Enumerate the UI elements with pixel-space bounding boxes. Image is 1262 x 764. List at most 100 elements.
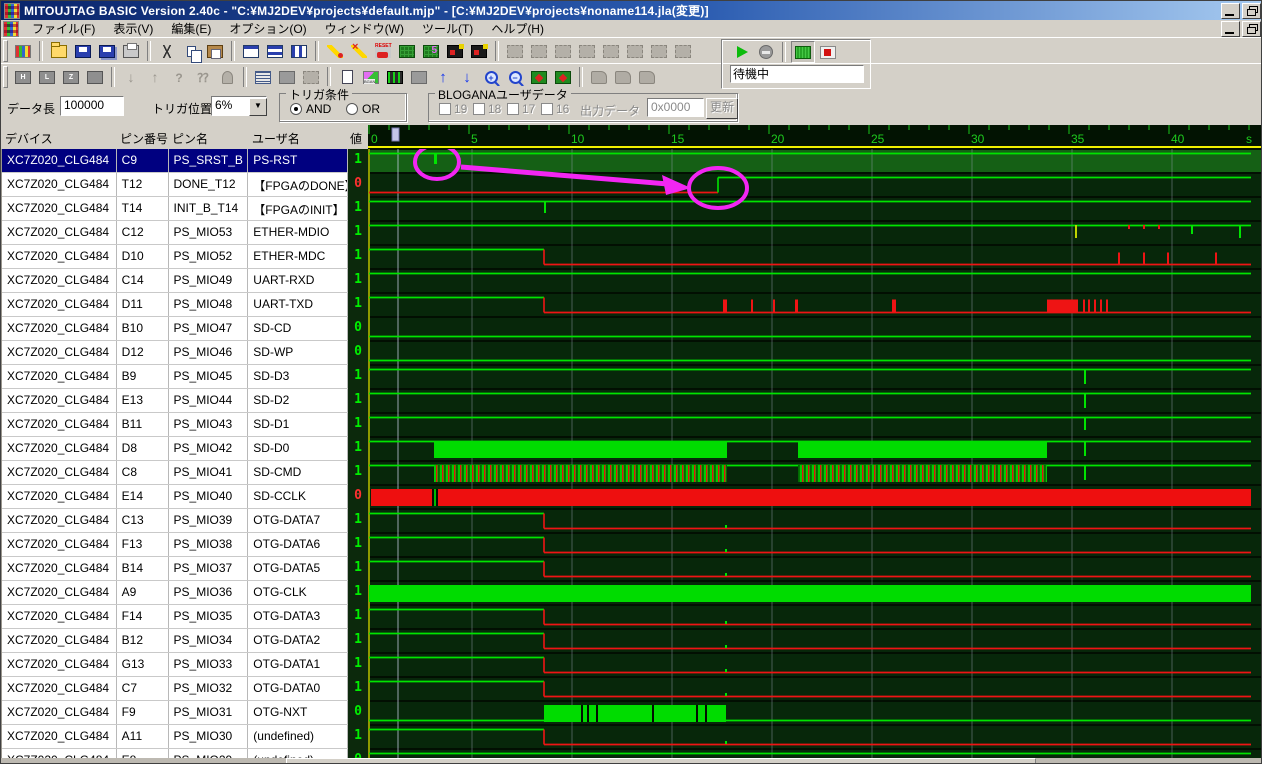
tile-horizontal-icon[interactable] <box>264 41 286 61</box>
zoom-in-icon[interactable]: + <box>480 67 502 87</box>
table-row[interactable]: XC7Z020_CLG484F9PS_MIO31OTG-NXT <box>2 701 348 725</box>
waveform-icon[interactable] <box>384 67 406 87</box>
paste-icon[interactable] <box>204 41 226 61</box>
save-icon[interactable] <box>72 41 94 61</box>
table-row[interactable]: XC7Z020_CLG484D12PS_MIO46SD-WP <box>2 341 348 365</box>
tool-1-icon[interactable] <box>588 67 610 87</box>
tool-3-icon[interactable] <box>636 67 658 87</box>
move-up-icon[interactable]: ↑ <box>432 67 454 87</box>
trigger-or-radio[interactable]: OR <box>346 102 380 116</box>
table-row[interactable]: XC7Z020_CLG484A11PS_MIO30(undefined) <box>2 725 348 749</box>
device-slot-2-icon[interactable] <box>528 41 550 61</box>
abort-icon[interactable] <box>817 42 839 62</box>
device-slot-8-icon[interactable] <box>672 41 694 61</box>
minimize-button[interactable] <box>1221 3 1240 19</box>
alarm-icon[interactable] <box>216 67 238 87</box>
copy-icon[interactable] <box>180 41 202 61</box>
blogana-bit17-checkbox[interactable]: 17 <box>507 102 535 116</box>
device-slot-4-icon[interactable] <box>576 41 598 61</box>
open-icon[interactable] <box>48 41 70 61</box>
menu-item-3[interactable]: オプション(O) <box>220 19 315 38</box>
table-row[interactable]: XC7Z020_CLG484B12PS_MIO34OTG-DATA2 <box>2 629 348 653</box>
compare-1-icon[interactable] <box>528 67 550 87</box>
table-row[interactable]: XC7Z020_CLG484C12PS_MIO53ETHER-MDIO <box>2 221 348 245</box>
palette-icon[interactable] <box>12 41 34 61</box>
title-bar[interactable]: MITOUJTAG BASIC Version 2.40c - "C:¥MJ2D… <box>1 1 1262 20</box>
gray-chip-icon[interactable] <box>300 67 322 87</box>
table-row[interactable]: XC7Z020_CLG484A9PS_MIO36OTG-CLK <box>2 581 348 605</box>
menu-item-0[interactable]: ファイル(F) <box>23 19 104 38</box>
mdi-restore-button[interactable] <box>1242 21 1261 37</box>
register-list-icon[interactable] <box>252 67 274 87</box>
pin-blank-icon[interactable] <box>84 67 106 87</box>
menu-item-5[interactable]: ツール(T) <box>413 19 482 38</box>
table-row[interactable]: XC7Z020_CLG484E13PS_MIO44SD-D2 <box>2 389 348 413</box>
menu-item-2[interactable]: 編集(E) <box>162 19 220 38</box>
col-username-header[interactable]: ユーザ名 <box>252 130 300 147</box>
pin-low-icon[interactable]: L <box>36 67 58 87</box>
gray-block-icon[interactable] <box>276 67 298 87</box>
block-icon[interactable] <box>408 67 430 87</box>
trigger-position-dropdown-icon[interactable]: ▼ <box>249 98 267 116</box>
scan-board-icon[interactable] <box>396 41 418 61</box>
start-capture-icon[interactable] <box>731 42 753 62</box>
col-pinname-header[interactable]: ピン名 <box>172 130 208 147</box>
table-row[interactable]: XC7Z020_CLG484C13PS_MIO39OTG-DATA7 <box>2 509 348 533</box>
blogana-bit19-checkbox[interactable]: 19 <box>439 102 467 116</box>
table-row[interactable]: XC7Z020_CLG484B11PS_MIO43SD-D1 <box>2 413 348 437</box>
table-row[interactable]: XC7Z020_CLG484D8PS_MIO42SD-D0 <box>2 437 348 461</box>
table-row[interactable]: XC7Z020_CLG484C7PS_MIO32OTG-DATA0 <box>2 677 348 701</box>
cut-icon[interactable] <box>156 41 178 61</box>
device-slot-6-icon[interactable] <box>624 41 646 61</box>
table-row[interactable]: XC7Z020_CLG484B10PS_MIO47SD-CD <box>2 317 348 341</box>
blogana-bit16-checkbox[interactable]: 16 <box>541 102 569 116</box>
restore-button[interactable] <box>1242 3 1261 19</box>
device-slot-3-icon[interactable] <box>552 41 574 61</box>
move-down-icon[interactable]: ↓ <box>456 67 478 87</box>
upload-icon[interactable]: ↑ <box>144 67 166 87</box>
zoom-out-icon[interactable]: − <box>504 67 526 87</box>
col-pin-header[interactable]: ピン番号 <box>120 130 168 147</box>
add-device-alt-icon[interactable] <box>468 41 490 61</box>
waveform-panel[interactable] <box>368 149 1262 758</box>
table-row[interactable]: XC7Z020_CLG484D11PS_MIO48UART-TXD <box>2 293 348 317</box>
output-data-input[interactable]: 0x0000 <box>647 98 704 117</box>
mdi-minimize-button[interactable] <box>1221 21 1240 37</box>
live-view-icon[interactable] <box>791 41 815 63</box>
table-row[interactable]: XC7Z020_CLG484E14PS_MIO40SD-CCLK <box>2 485 348 509</box>
cascade-windows-icon[interactable] <box>240 41 262 61</box>
scan-board-alt-icon[interactable] <box>420 41 442 61</box>
col-device-header[interactable]: デバイス <box>5 130 53 147</box>
probe-connect-icon[interactable] <box>324 41 346 61</box>
probe-disconnect-icon[interactable] <box>348 41 370 61</box>
table-row[interactable]: XC7Z020_CLG484F13PS_MIO38OTG-DATA6 <box>2 533 348 557</box>
update-button[interactable]: 更新 <box>706 98 738 119</box>
blogana-bit18-checkbox[interactable]: 18 <box>473 102 501 116</box>
tile-vertical-icon[interactable] <box>288 41 310 61</box>
new-capture-icon[interactable] <box>336 67 358 87</box>
table-row[interactable]: XC7Z020_CLG484T14INIT_B_T14【FPGAのINIT】 <box>2 197 348 221</box>
device-slot-5-icon[interactable] <box>600 41 622 61</box>
menu-item-4[interactable]: ウィンドウ(W) <box>316 19 413 38</box>
stop-capture-icon[interactable] <box>755 42 777 62</box>
menu-item-1[interactable]: 表示(V) <box>104 19 162 38</box>
pin-hiz-icon[interactable]: Z <box>60 67 82 87</box>
menu-item-6[interactable]: ヘルプ(H) <box>482 19 553 38</box>
device-slot-1-icon[interactable] <box>504 41 526 61</box>
table-row[interactable]: XC7Z020_CLG484C9PS_SRST_BPS-RST <box>2 149 348 173</box>
table-row[interactable]: XC7Z020_CLG484B14PS_MIO37OTG-DATA5 <box>2 557 348 581</box>
time-ruler[interactable]: 0510152025303540s <box>368 125 1262 149</box>
table-row[interactable]: XC7Z020_CLG484B9PS_MIO45SD-D3 <box>2 365 348 389</box>
download-icon[interactable]: ↓ <box>120 67 142 87</box>
table-row[interactable]: XC7Z020_CLG484E8PS_MIO29(undefined) <box>2 749 348 758</box>
tool-2-icon[interactable] <box>612 67 634 87</box>
compare-2-icon[interactable] <box>552 67 574 87</box>
data-length-input[interactable]: 100000 <box>60 96 124 116</box>
print-icon[interactable] <box>120 41 142 61</box>
jtag-reset-icon[interactable] <box>372 41 394 61</box>
table-row[interactable]: XC7Z020_CLG484G13PS_MIO33OTG-DATA1 <box>2 653 348 677</box>
table-row[interactable]: XC7Z020_CLG484F14PS_MIO35OTG-DATA3 <box>2 605 348 629</box>
blogana-icon[interactable] <box>360 67 382 87</box>
query-1-icon[interactable]: ? <box>168 67 190 87</box>
table-row[interactable]: XC7Z020_CLG484C8PS_MIO41SD-CMD <box>2 461 348 485</box>
